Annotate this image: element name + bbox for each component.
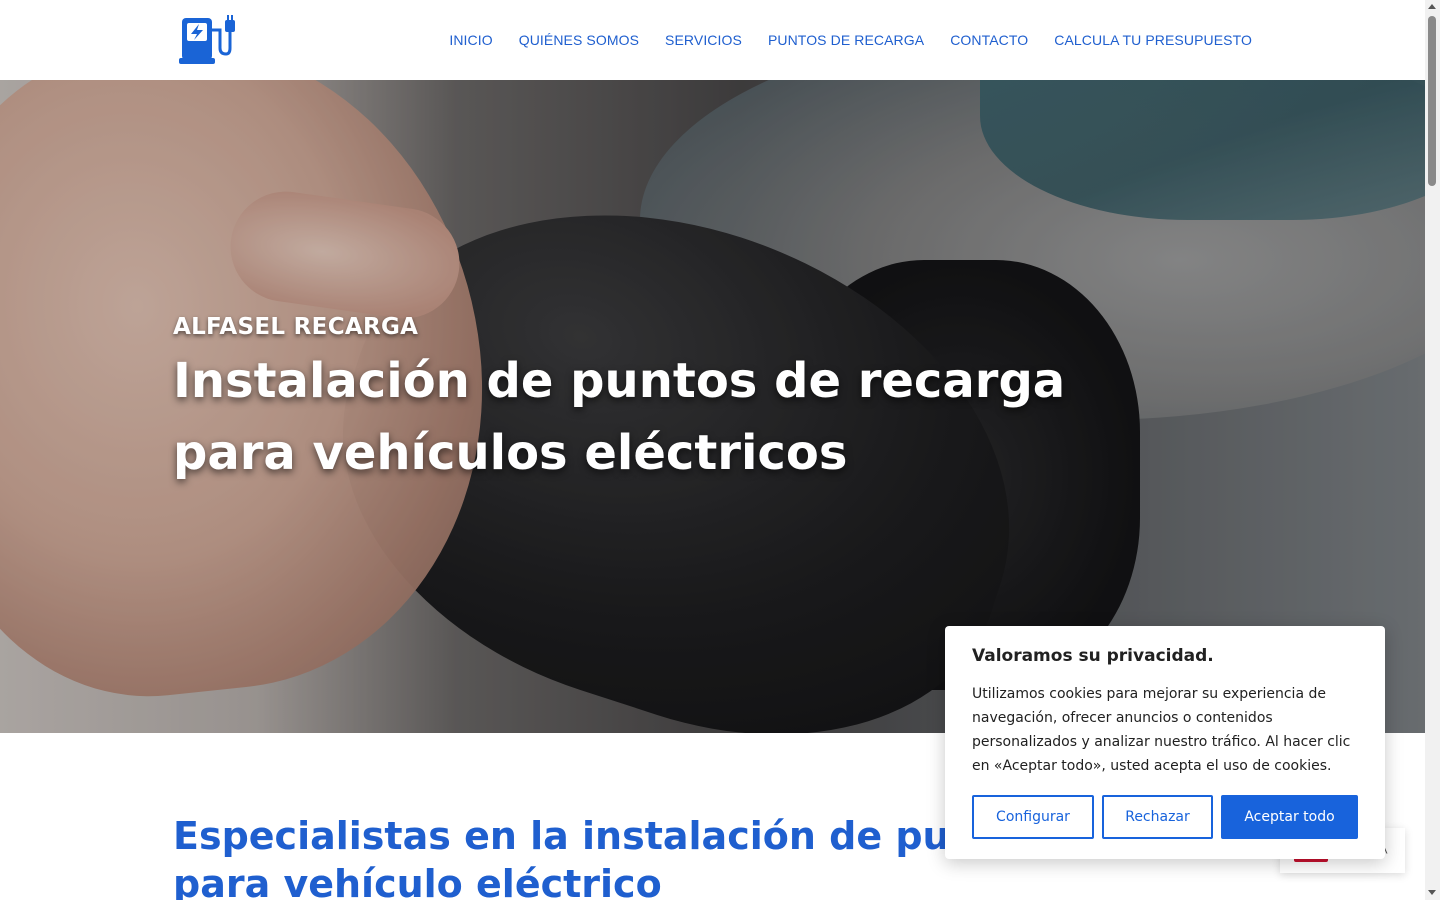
cookie-title: Valoramos su privacidad. xyxy=(972,646,1214,666)
hero-subtitle: ALFASEL RECARGA xyxy=(173,314,419,340)
cookie-accept-all-button[interactable]: Aceptar todo xyxy=(1221,795,1358,839)
scroll-up-arrow-icon[interactable] xyxy=(1428,4,1436,9)
nav-contacto[interactable]: CONTACTO xyxy=(950,32,1028,48)
cookie-consent-dialog: Valoramos su privacidad. Utilizamos cook… xyxy=(945,626,1385,859)
main-nav: INICIO QUIÉNES SOMOS SERVICIOS PUNTOS DE… xyxy=(449,0,1252,80)
ev-charging-station-icon xyxy=(179,15,235,64)
hero-title: Instalación de puntos de recarga para ve… xyxy=(173,353,1066,481)
nav-servicios[interactable]: SERVICIOS xyxy=(665,32,742,48)
nav-puntos-de-recarga[interactable]: PUNTOS DE RECARGA xyxy=(768,32,924,48)
scroll-down-arrow-icon[interactable] xyxy=(1428,890,1436,895)
nav-inicio[interactable]: INICIO xyxy=(449,32,492,48)
cookie-text: Utilizamos cookies para mejorar su exper… xyxy=(972,686,1351,774)
cookie-configure-button[interactable]: Configurar xyxy=(972,795,1094,839)
site-header: INICIO QUIÉNES SOMOS SERVICIOS PUNTOS DE… xyxy=(0,0,1425,81)
nav-calcula-presupuesto[interactable]: CALCULA TU PRESUPUESTO xyxy=(1054,32,1252,48)
page-scrollbar[interactable] xyxy=(1425,0,1440,900)
scrollbar-thumb[interactable] xyxy=(1428,16,1436,186)
nav-quienes-somos[interactable]: QUIÉNES SOMOS xyxy=(519,32,639,48)
logo-link[interactable] xyxy=(176,12,236,68)
cookie-reject-button[interactable]: Rechazar xyxy=(1102,795,1213,839)
